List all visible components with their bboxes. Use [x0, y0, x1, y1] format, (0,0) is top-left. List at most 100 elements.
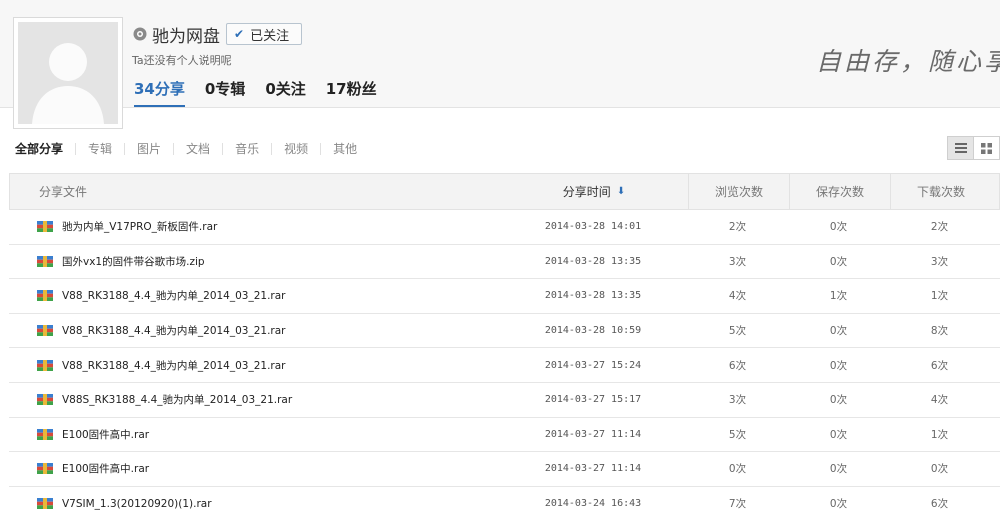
download-count: 0次	[930, 463, 949, 476]
header-time-label: 分享时间	[562, 185, 611, 199]
download-count: 3次	[930, 255, 949, 268]
stat-shares[interactable]: 34分享	[134, 78, 185, 107]
header-time[interactable]: 分享时间 ⬇	[500, 174, 688, 209]
stat-fans[interactable]: 17粉丝	[326, 78, 377, 107]
save-count: 0次	[829, 325, 848, 338]
rar-file-icon	[37, 325, 53, 337]
follow-button[interactable]: ✔ 已关注	[226, 23, 303, 45]
stat-albums[interactable]: 0专辑	[205, 78, 245, 107]
table-row[interactable]: V88_RK3188_4.4_驰为内单_2014_03_21.rar 2014-…	[9, 314, 1000, 349]
follow-label: 已关注	[250, 28, 290, 44]
save-count: 0次	[829, 428, 848, 441]
rar-file-icon	[37, 359, 53, 371]
download-count: 4次	[930, 394, 949, 407]
file-name[interactable]: V7SIM_1.3(20120920)(1).rar	[62, 498, 212, 510]
header-saves: 保存次数	[789, 174, 890, 209]
profile-name-row: 驰为网盘 ✔ 已关注	[133, 22, 303, 47]
tab-music[interactable]: 音乐	[222, 143, 271, 155]
download-count: 6次	[930, 498, 949, 511]
file-name[interactable]: V88_RK3188_4.4_驰为内单_2014_03_21.rar	[62, 323, 286, 338]
view-count: 4次	[728, 290, 747, 303]
save-count: 0次	[829, 359, 848, 372]
table-row[interactable]: V88_RK3188_4.4_驰为内单_2014_03_21.rar 2014-…	[9, 348, 1000, 383]
header-views: 浏览次数	[688, 174, 789, 209]
table-row[interactable]: E100固件高中.rar 2014-03-27 11:14 0次 0次 0次	[9, 452, 1000, 487]
view-count: 3次	[728, 255, 747, 268]
tab-album[interactable]: 专辑	[75, 143, 124, 155]
view-count: 3次	[728, 394, 747, 407]
table-row[interactable]: E100固件高中.rar 2014-03-27 11:14 5次 0次 1次	[9, 418, 1000, 453]
view-count: 2次	[728, 221, 747, 234]
file-name[interactable]: V88_RK3188_4.4_驰为内单_2014_03_21.rar	[62, 358, 286, 373]
share-time: 2014-03-27 15:24	[544, 359, 642, 371]
view-count: 6次	[728, 359, 747, 372]
file-name[interactable]: 国外vx1的固件带谷歌市场.zip	[62, 254, 205, 269]
share-table: 分享文件 分享时间 ⬇ 浏览次数 保存次数 下载次数 驰为内单_V17PRO_新…	[9, 173, 1000, 520]
share-time: 2014-03-27 11:14	[544, 428, 642, 440]
download-count: 1次	[930, 428, 949, 441]
download-count: 2次	[930, 221, 949, 234]
table-row[interactable]: V88S_RK3188_4.4_驰为内单_2014_03_21.rar 2014…	[9, 383, 1000, 418]
list-view-icon	[954, 143, 967, 153]
view-count: 5次	[728, 325, 747, 338]
save-count: 0次	[829, 463, 848, 476]
tab-video[interactable]: 视频	[271, 143, 320, 155]
tab-other[interactable]: 其他	[320, 143, 369, 155]
save-count: 1次	[829, 290, 848, 303]
grid-view-button[interactable]	[974, 136, 1000, 160]
view-toggle	[947, 136, 1000, 160]
table-header: 分享文件 分享时间 ⬇ 浏览次数 保存次数 下载次数	[9, 173, 1000, 210]
download-count: 6次	[930, 359, 949, 372]
grid-view-icon	[981, 142, 992, 154]
tab-images[interactable]: 图片	[124, 143, 173, 155]
share-time: 2014-03-27 11:14	[544, 463, 642, 475]
rar-file-icon	[37, 221, 53, 233]
view-count: 7次	[728, 498, 747, 511]
share-time: 2014-03-27 15:17	[544, 394, 642, 406]
rar-file-icon	[37, 255, 53, 267]
profile-stats: 34分享 0专辑 0关注 17粉丝	[134, 78, 377, 107]
save-count: 0次	[829, 221, 848, 234]
table-row[interactable]: 国外vx1的固件带谷歌市场.zip 2014-03-28 13:35 3次 0次…	[9, 245, 1000, 280]
sort-down-icon[interactable]: ⬇	[617, 186, 625, 197]
save-count: 0次	[829, 255, 848, 268]
tab-documents[interactable]: 文档	[173, 143, 222, 155]
rar-file-icon	[37, 394, 53, 406]
share-time: 2014-03-24 16:43	[544, 498, 642, 510]
table-row[interactable]: V88_RK3188_4.4_驰为内单_2014_03_21.rar 2014-…	[9, 279, 1000, 314]
save-count: 0次	[829, 394, 848, 407]
rar-file-icon	[37, 463, 53, 475]
user-bio: Ta还没有个人说明呢	[132, 54, 232, 67]
tab-all[interactable]: 全部分享	[15, 143, 75, 155]
rar-file-icon	[37, 428, 53, 440]
user-name: 驰为网盘	[152, 26, 220, 47]
table-body: 驰为内单_V17PRO_新板固件.rar 2014-03-28 14:01 2次…	[9, 210, 1000, 520]
slogan-banner: 自由存，随心享	[816, 42, 1000, 82]
rar-file-icon	[37, 290, 53, 302]
file-name[interactable]: V88_RK3188_4.4_驰为内单_2014_03_21.rar	[62, 288, 286, 303]
avatar[interactable]	[13, 17, 123, 129]
save-count: 0次	[829, 498, 848, 511]
file-name[interactable]: E100固件高中.rar	[62, 461, 149, 476]
download-count: 8次	[930, 325, 949, 338]
file-name[interactable]: V88S_RK3188_4.4_驰为内单_2014_03_21.rar	[62, 392, 292, 407]
share-time: 2014-03-28 14:01	[544, 221, 642, 233]
share-time: 2014-03-28 13:35	[544, 255, 642, 267]
slogan-text: 自由存，随心享	[816, 47, 1000, 76]
file-name[interactable]: E100固件高中.rar	[62, 427, 149, 442]
share-time: 2014-03-28 10:59	[544, 325, 642, 337]
file-name[interactable]: 驰为内单_V17PRO_新板固件.rar	[62, 219, 217, 234]
download-count: 1次	[930, 290, 949, 303]
view-count: 0次	[728, 463, 747, 476]
rar-file-icon	[37, 498, 53, 510]
default-avatar-silhouette	[18, 22, 118, 124]
table-row[interactable]: V7SIM_1.3(20120920)(1).rar 2014-03-24 16…	[9, 487, 1000, 520]
header-file: 分享文件	[39, 185, 88, 199]
share-time: 2014-03-28 13:35	[544, 290, 642, 302]
category-tabs: 全部分享 专辑 图片 文档 音乐 视频 其他	[15, 143, 369, 155]
list-view-button[interactable]	[947, 136, 974, 160]
check-icon: ✔	[234, 27, 245, 41]
table-row[interactable]: 驰为内单_V17PRO_新板固件.rar 2014-03-28 14:01 2次…	[9, 210, 1000, 245]
stat-following[interactable]: 0关注	[265, 78, 305, 107]
view-count: 5次	[728, 428, 747, 441]
